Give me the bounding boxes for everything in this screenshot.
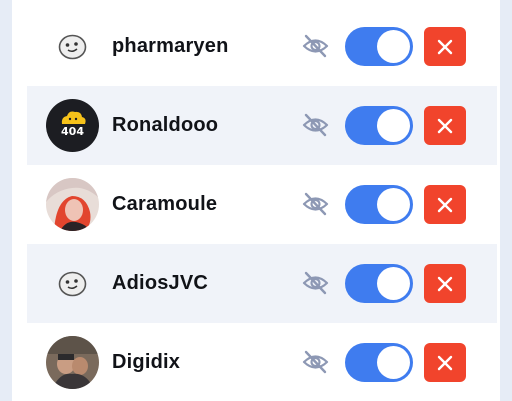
close-icon [437,39,453,55]
toggle-knob [377,267,410,300]
close-icon [437,118,453,134]
eye-off-icon[interactable] [302,192,329,216]
eye-off-icon[interactable] [302,271,329,295]
toggle-knob [377,346,410,379]
eye-off-icon[interactable] [302,113,329,137]
close-icon [437,276,453,292]
user-row-ronaldooo: 404 Ronaldooo [27,86,497,165]
delete-button[interactable] [424,264,466,303]
avatar-photo [46,178,99,231]
user-row-adiosjvc: AdiosJVC [27,244,497,323]
visibility-toggle[interactable] [345,185,413,224]
avatar-logo-text: 404 [61,125,84,138]
delete-button[interactable] [424,27,466,66]
visibility-toggle[interactable] [345,27,413,66]
username: Ronaldooo [112,114,219,136]
delete-button[interactable] [424,343,466,382]
user-row-caramoule: Caramoule [27,165,497,244]
close-icon [437,355,453,371]
avatar-default-face [46,20,99,73]
toggle-knob [377,109,410,142]
user-row-pharmaryen: pharmaryen [27,7,497,86]
eye-off-icon[interactable] [302,350,329,374]
visibility-toggle[interactable] [345,106,413,145]
avatar-404-cloud-logo: 404 [46,99,99,152]
username: Caramoule [112,193,218,215]
avatar-default-face [46,257,99,310]
close-icon [437,197,453,213]
username: Digidix [112,351,181,373]
toggle-knob [377,30,410,63]
delete-button[interactable] [424,185,466,224]
eye-off-icon[interactable] [302,34,329,58]
toggle-knob [377,188,410,221]
visibility-toggle[interactable] [345,264,413,303]
user-list-panel: pharmaryen 404 Ronaldooo Caramoule Adios… [12,0,500,401]
username: pharmaryen [112,35,229,57]
user-row-digidix: Digidix [27,323,497,401]
delete-button[interactable] [424,106,466,145]
username: AdiosJVC [112,272,209,294]
visibility-toggle[interactable] [345,343,413,382]
avatar-photo [46,336,99,389]
